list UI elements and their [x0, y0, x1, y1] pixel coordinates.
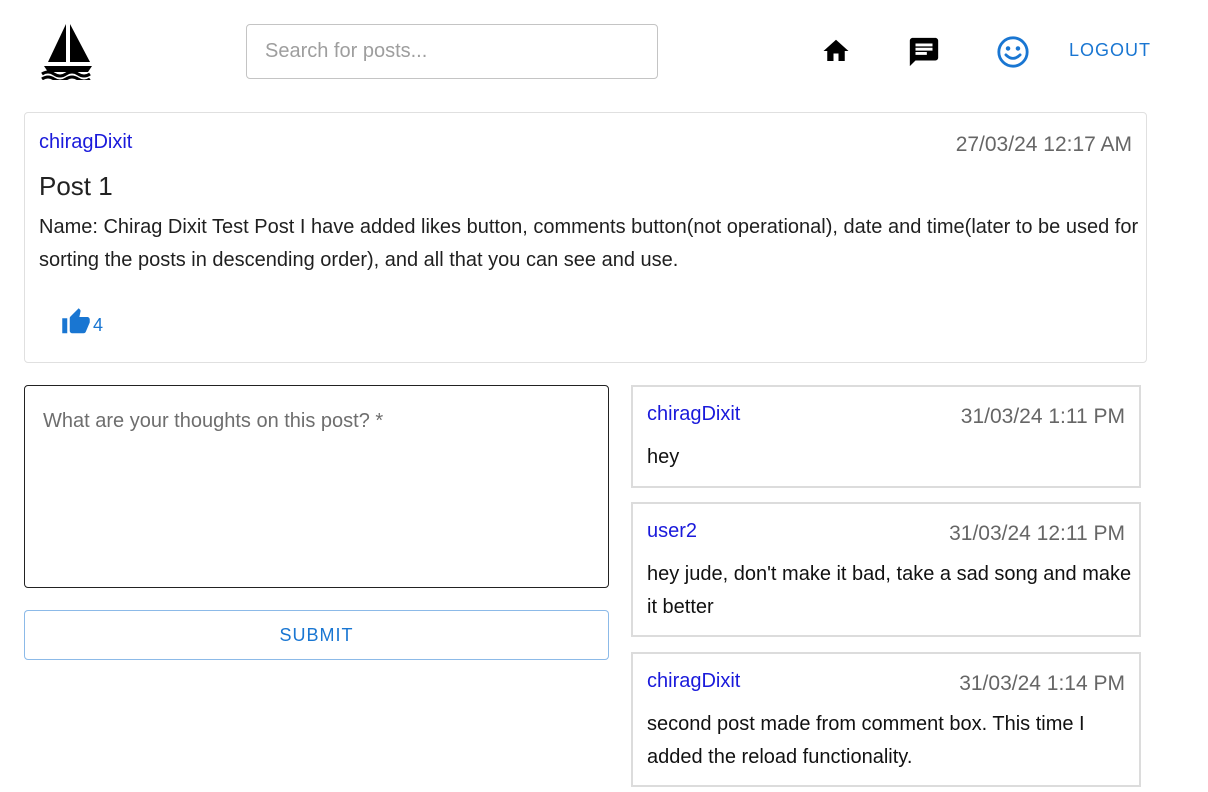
comment-timestamp: 31/03/24 1:14 PM	[959, 672, 1125, 695]
post-author-link[interactable]: chiragDixit	[39, 131, 132, 154]
comment-item: chiragDixit 31/03/24 1:11 PM hey	[631, 385, 1141, 488]
comment-text: hey jude, don't make it bad, take a sad …	[647, 563, 1132, 618]
comment-timestamp: 31/03/24 1:11 PM	[960, 405, 1125, 428]
message-icon[interactable]	[905, 33, 943, 71]
search-input[interactable]	[246, 24, 658, 79]
post-body: Name: Chirag Dixit Test Post I have adde…	[39, 216, 1139, 271]
thumbs-up-icon	[61, 307, 91, 342]
smiley-icon[interactable]	[993, 32, 1033, 72]
post-card: chiragDixit 27/03/24 12:17 AM Post 1 Nam…	[24, 112, 1147, 363]
comment-author-link[interactable]: user2	[647, 520, 697, 543]
submit-button[interactable]: SUBMIT	[24, 610, 609, 660]
comment-timestamp: 31/03/24 12:11 PM	[949, 522, 1125, 545]
like-count: 4	[93, 315, 104, 335]
logout-button[interactable]: LOGOUT	[1060, 34, 1160, 66]
comment-text: hey	[647, 446, 680, 468]
home-icon[interactable]	[818, 33, 854, 69]
comment-text: second post made from comment box. This …	[647, 713, 1085, 768]
like-button[interactable]: 4	[61, 307, 103, 342]
sailboat-logo-icon[interactable]	[40, 22, 96, 83]
post-title: Post 1	[39, 171, 113, 201]
comment-item: chiragDixit 31/03/24 1:14 PM second post…	[631, 652, 1141, 787]
post-timestamp: 27/03/24 12:17 AM	[955, 133, 1132, 156]
comment-item: user2 31/03/24 12:11 PM hey jude, don't …	[631, 502, 1141, 637]
comment-textarea[interactable]	[24, 385, 609, 588]
comment-author-link[interactable]: chiragDixit	[647, 670, 740, 693]
comment-author-link[interactable]: chiragDixit	[647, 403, 740, 426]
